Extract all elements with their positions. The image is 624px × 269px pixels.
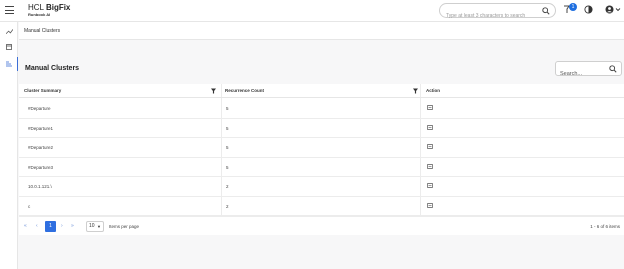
- recurrence-count-cell: 2: [226, 203, 229, 209]
- brand-prefix: HCL: [28, 3, 46, 12]
- caret-down-icon: ▼: [97, 224, 101, 229]
- sidebar-item-analytics[interactable]: [0, 25, 18, 39]
- sidebar: [0, 22, 18, 269]
- recurrence-count-cell: 2: [226, 184, 229, 189]
- sidebar-item-inventory[interactable]: [0, 40, 18, 54]
- table-row: #Departure2 5: [19, 138, 624, 158]
- search-icon[interactable]: [609, 65, 617, 73]
- table-header: Cluster Summary Recurrence Count Action: [19, 84, 624, 98]
- recurrence-count-cell: 5: [226, 125, 229, 131]
- view-details-icon[interactable]: [427, 144, 433, 149]
- breadcrumb-bar: Manual Clusters: [19, 22, 624, 40]
- next-page-button[interactable]: ›: [61, 223, 63, 229]
- list-icon: [5, 61, 12, 67]
- search-icon[interactable]: [542, 7, 550, 15]
- cluster-summary-cell: 10.0.1.121.\: [28, 184, 52, 189]
- page-size-value: 10: [89, 223, 95, 229]
- cluster-summary-cell: #Departure2: [28, 145, 54, 150]
- view-details-icon[interactable]: [427, 124, 433, 130]
- page-size-select[interactable]: 10 ▼: [86, 221, 104, 232]
- first-page-button[interactable]: «: [24, 223, 27, 229]
- recurrence-count-cell: 5: [226, 164, 229, 170]
- items-range-text: 1 - 6 of 6 items: [590, 224, 620, 229]
- cluster-summary-cell: #Departure1: [28, 125, 54, 131]
- table-row: c 2: [19, 197, 624, 216]
- view-details-icon[interactable]: [427, 202, 433, 208]
- trend-chart-icon: [5, 29, 13, 35]
- table-row: 10.0.1.121.\ 2: [19, 177, 624, 197]
- last-page-button[interactable]: »: [71, 223, 74, 229]
- cluster-summary-cell: #Departure3: [28, 164, 54, 170]
- view-details-icon[interactable]: [427, 163, 433, 169]
- user-avatar-icon[interactable]: [605, 5, 621, 14]
- top-bar: HCL BigFix Runbook AI 1: [0, 0, 624, 23]
- table-search-input[interactable]: [556, 67, 608, 81]
- hamburger-menu-icon[interactable]: [5, 6, 14, 14]
- breadcrumb[interactable]: Manual Clusters: [24, 28, 60, 34]
- cluster-summary-cell: c: [28, 203, 31, 209]
- column-header-action: Action: [426, 88, 440, 93]
- page-title: Manual Clusters: [25, 65, 80, 72]
- recurrence-count-cell: 5: [226, 145, 229, 150]
- clusters-table: Cluster Summary Recurrence Count Action …: [19, 84, 624, 216]
- sidebar-item-clusters[interactable]: [0, 57, 18, 71]
- items-per-page-label: Items per page: [109, 224, 140, 229]
- theme-toggle-icon[interactable]: [584, 5, 593, 14]
- table-search: [555, 61, 622, 81]
- notification-badge: 1: [569, 3, 577, 11]
- recurrence-count-cell: 5: [226, 106, 229, 111]
- brand-logo: HCL BigFix Runbook AI: [28, 3, 70, 18]
- global-search: [439, 3, 556, 23]
- page-1-button[interactable]: 1: [45, 221, 56, 232]
- column-header-recurrence-count[interactable]: Recurrence Count: [225, 88, 264, 93]
- filter-icon[interactable]: [413, 88, 418, 94]
- brand-name: BigFix: [45, 3, 71, 12]
- table-row: #Departure 5: [19, 99, 624, 119]
- previous-page-button[interactable]: ‹: [36, 223, 38, 229]
- column-header-cluster-summary[interactable]: Cluster Summary: [24, 88, 61, 93]
- brand-subtitle: Runbook AI: [28, 12, 51, 17]
- view-details-icon[interactable]: [427, 183, 433, 188]
- filter-icon[interactable]: [211, 88, 216, 94]
- cluster-summary-cell: #Departure: [28, 106, 51, 111]
- view-details-icon[interactable]: [427, 105, 433, 110]
- table-row: #Departure3 5: [19, 158, 624, 177]
- calendar-icon: [6, 44, 12, 50]
- pagination-bar: « ‹ 1 › » 10 ▼ Items per page 1 - 6 of 6…: [19, 216, 624, 235]
- table-row: #Departure1 5: [19, 119, 624, 138]
- global-search-input[interactable]: [440, 9, 535, 23]
